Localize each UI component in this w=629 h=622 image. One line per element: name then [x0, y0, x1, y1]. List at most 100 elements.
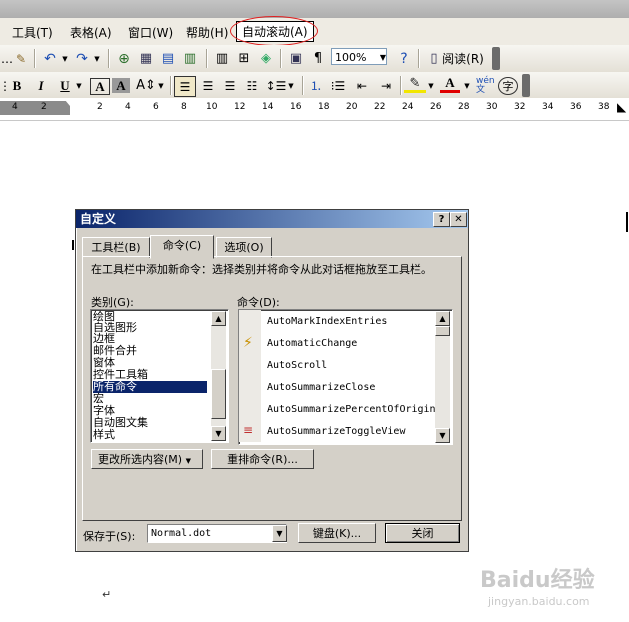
- font-color-button[interactable]: A: [440, 75, 460, 93]
- highlight-icon[interactable]: ✎: [404, 76, 426, 93]
- bullets-icon[interactable]: ⁝☰: [328, 76, 348, 95]
- ruler-label: 34: [542, 102, 554, 112]
- help-button[interactable]: ?: [433, 212, 450, 227]
- scroll-down-icon[interactable]: ▼: [211, 426, 226, 441]
- increase-indent-icon[interactable]: ⇥: [376, 76, 396, 95]
- char-border-button[interactable]: A: [90, 78, 110, 95]
- list-item[interactable]: AutoSummarizeClose: [267, 382, 375, 393]
- close-icon[interactable]: ✕: [450, 212, 467, 227]
- commands-list[interactable]: AutoMarkIndexEntries ⚡ AutomaticChange A…: [238, 309, 453, 445]
- read-mode-button[interactable]: 阅读(R): [440, 49, 486, 68]
- ruler-label: 30: [486, 102, 498, 112]
- scroll-down-icon[interactable]: ▼: [435, 428, 450, 443]
- bold-button[interactable]: B: [8, 76, 26, 95]
- toolbar-separator: [302, 76, 304, 95]
- char-shading-button[interactable]: A: [112, 78, 130, 93]
- align-right-icon[interactable]: ☰: [220, 76, 240, 95]
- enclose-char-button[interactable]: 字: [498, 77, 518, 95]
- underline-dropdown-icon[interactable]: ▼: [74, 76, 84, 95]
- keyboard-button[interactable]: 键盘(K)...: [298, 523, 376, 543]
- tab-commands[interactable]: 命令(C): [150, 235, 214, 259]
- categories-list[interactable]: 绘图 自选图形 边框 邮件合并 窗体 控件工具箱 所有命令 宏 字体 自动图文集…: [90, 309, 229, 443]
- tab-toolbars[interactable]: 工具栏(B): [82, 237, 150, 258]
- ruler-label: 4: [12, 102, 18, 112]
- document-map-icon[interactable]: ◈: [256, 49, 276, 68]
- show-hide-icon[interactable]: ▣: [286, 49, 306, 68]
- menu-table[interactable]: 表格(A): [70, 24, 112, 41]
- scroll-up-icon[interactable]: ▲: [211, 311, 226, 326]
- save-in-label: 保存于(S):: [83, 530, 136, 543]
- menu-tools[interactable]: 工具(T): [12, 24, 53, 41]
- columns-icon[interactable]: ▥: [212, 49, 232, 68]
- list-item[interactable]: 样式: [93, 429, 115, 441]
- format-painter-icon[interactable]: ✎: [12, 49, 30, 68]
- list-item[interactable]: AutoSummarizeToggleView: [267, 426, 405, 437]
- menu-help[interactable]: 帮助(H): [186, 24, 228, 41]
- indent-marker[interactable]: [65, 100, 75, 106]
- justify-icon[interactable]: ☷: [242, 76, 262, 95]
- ruler-label: 22: [374, 102, 386, 112]
- ruler-label: 2: [97, 102, 103, 112]
- ruler-label: 38: [598, 102, 610, 112]
- char-scaling-dropdown-icon[interactable]: ▼: [156, 76, 166, 95]
- insert-table-icon[interactable]: ▤: [158, 49, 178, 68]
- undo-icon[interactable]: ↶: [40, 49, 60, 68]
- underline-button[interactable]: U: [56, 76, 74, 95]
- hyperlink-icon[interactable]: ⊕: [114, 49, 134, 68]
- dialog-title-bar[interactable]: 自定义: [76, 210, 468, 228]
- scroll-thumb[interactable]: [211, 369, 226, 419]
- toolbar-end-handle[interactable]: [492, 47, 500, 70]
- chevron-down-icon[interactable]: ▼: [272, 525, 287, 542]
- ruler-right-margin-icon[interactable]: ◣: [617, 100, 626, 114]
- zoom-dropdown-icon[interactable]: ▼: [378, 49, 388, 65]
- char-scaling-icon[interactable]: A⇕: [136, 76, 156, 95]
- redo-icon[interactable]: ↷: [72, 49, 92, 68]
- categories-label: 类别(G):: [91, 296, 134, 309]
- tab-options[interactable]: 选项(O): [216, 237, 272, 258]
- decrease-indent-icon[interactable]: ⇤: [352, 76, 372, 95]
- modify-selection-label: 更改所选内容(M): [98, 453, 183, 466]
- insert-excel-icon[interactable]: ▥: [180, 49, 200, 68]
- list-item[interactable]: AutoMarkIndexEntries: [267, 316, 387, 327]
- rearrange-commands-button[interactable]: 重排命令(R)...: [211, 449, 314, 469]
- save-in-select[interactable]: Normal.dot: [147, 524, 287, 543]
- line-spacing-icon[interactable]: ↕☰: [266, 76, 287, 95]
- ruler-label: 14: [262, 102, 274, 112]
- chevron-down-icon: ▼: [185, 457, 191, 465]
- modify-selection-button[interactable]: 更改所选内容(M) ▼: [91, 449, 203, 469]
- align-center-icon[interactable]: ☰: [198, 76, 218, 95]
- categories-scrollbar[interactable]: ▲ ▼: [211, 311, 226, 441]
- toolbar-end-handle[interactable]: [522, 74, 530, 97]
- help-icon[interactable]: ?: [394, 49, 414, 68]
- italic-button[interactable]: I: [32, 76, 50, 95]
- drawing-icon[interactable]: ⊞: [234, 49, 254, 68]
- list-item[interactable]: AutoScroll: [267, 360, 327, 371]
- highlight-dropdown-icon[interactable]: ▼: [426, 76, 436, 95]
- toolbar-separator: [418, 49, 420, 68]
- list-item[interactable]: AutomaticChange: [267, 338, 357, 349]
- ruler-label: 2: [41, 102, 47, 112]
- ruler-label: 8: [181, 102, 187, 112]
- phonetic-guide-button[interactable]: wén 文: [476, 76, 496, 95]
- undo-dropdown-icon[interactable]: ▼: [60, 49, 70, 68]
- font-color-dropdown-icon[interactable]: ▼: [462, 76, 472, 95]
- commands-scrollbar[interactable]: ▲ ▼: [435, 311, 450, 443]
- close-button[interactable]: 关闭: [385, 523, 460, 543]
- list-item-selected[interactable]: 所有命令: [93, 381, 207, 393]
- menu-window[interactable]: 窗口(W): [128, 24, 173, 41]
- list-item[interactable]: AutoSummarizePercentOfOrigin: [267, 404, 436, 415]
- instructions-text: 在工具栏中添加新命令：选择类别并将命令从此对话框拖放至工具栏。: [91, 263, 432, 276]
- paragraph-mark-icon[interactable]: ¶: [308, 49, 328, 68]
- scroll-thumb[interactable]: [435, 326, 450, 336]
- ruler-label: 12: [234, 102, 246, 112]
- tables-borders-icon[interactable]: ▦: [136, 49, 156, 68]
- redo-dropdown-icon[interactable]: ▼: [92, 49, 102, 68]
- summarize-toggle-icon: ≡: [243, 423, 254, 437]
- window-title-strip: [0, 0, 629, 18]
- scroll-up-icon[interactable]: ▲: [435, 311, 450, 326]
- ruler-label: 26: [430, 102, 442, 112]
- align-left-icon[interactable]: ☰: [174, 76, 196, 97]
- numbering-icon[interactable]: ⒈: [306, 76, 326, 95]
- line-spacing-dropdown-icon[interactable]: ▼: [286, 76, 296, 95]
- lightning-icon: ⚡: [243, 335, 253, 351]
